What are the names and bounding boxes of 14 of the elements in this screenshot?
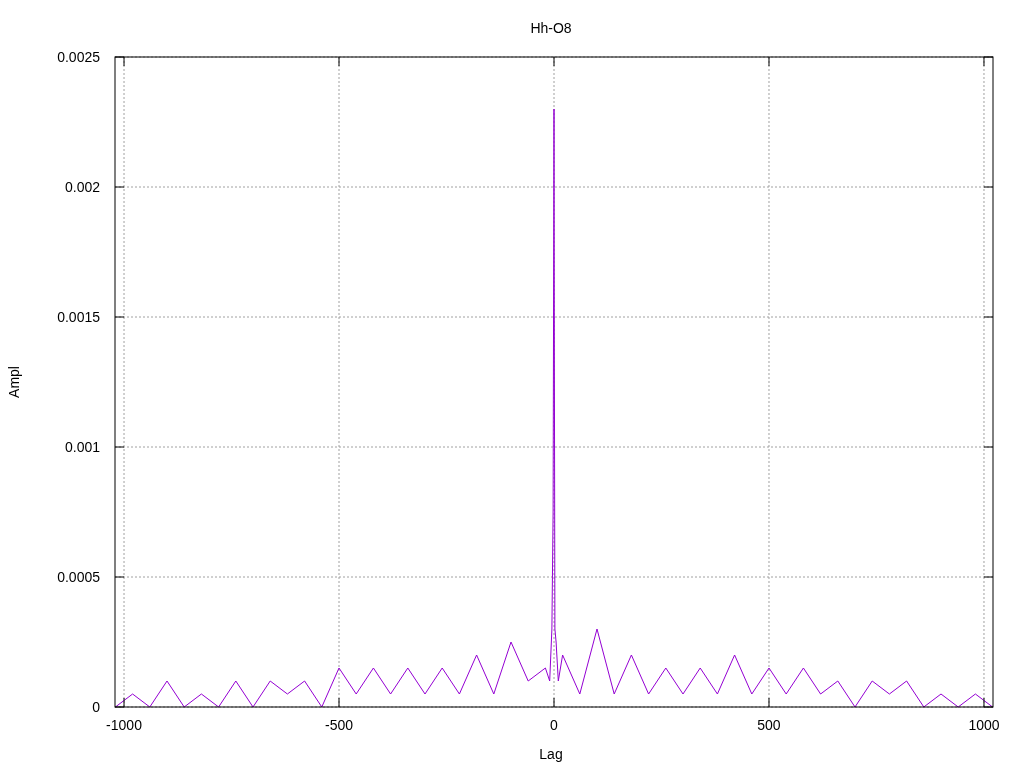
tick-label: 1000 [968, 717, 1000, 733]
tick-label: -500 [325, 717, 354, 733]
tick-label: 500 [757, 717, 781, 733]
chart-title: Hh-O8 [530, 20, 572, 36]
tick-label: 0 [550, 717, 558, 733]
tick-label: 0.0005 [57, 569, 100, 585]
tick-label: 0.0015 [57, 309, 100, 325]
tick-label: 0.002 [64, 179, 100, 195]
axis-label: Lag [539, 746, 563, 762]
tick-label: 0 [92, 699, 100, 715]
tick-label: 0.0025 [57, 49, 100, 65]
tick-label: 0.001 [64, 439, 100, 455]
axis-label: Ampl [6, 366, 22, 398]
tick-label: -1000 [106, 717, 142, 733]
